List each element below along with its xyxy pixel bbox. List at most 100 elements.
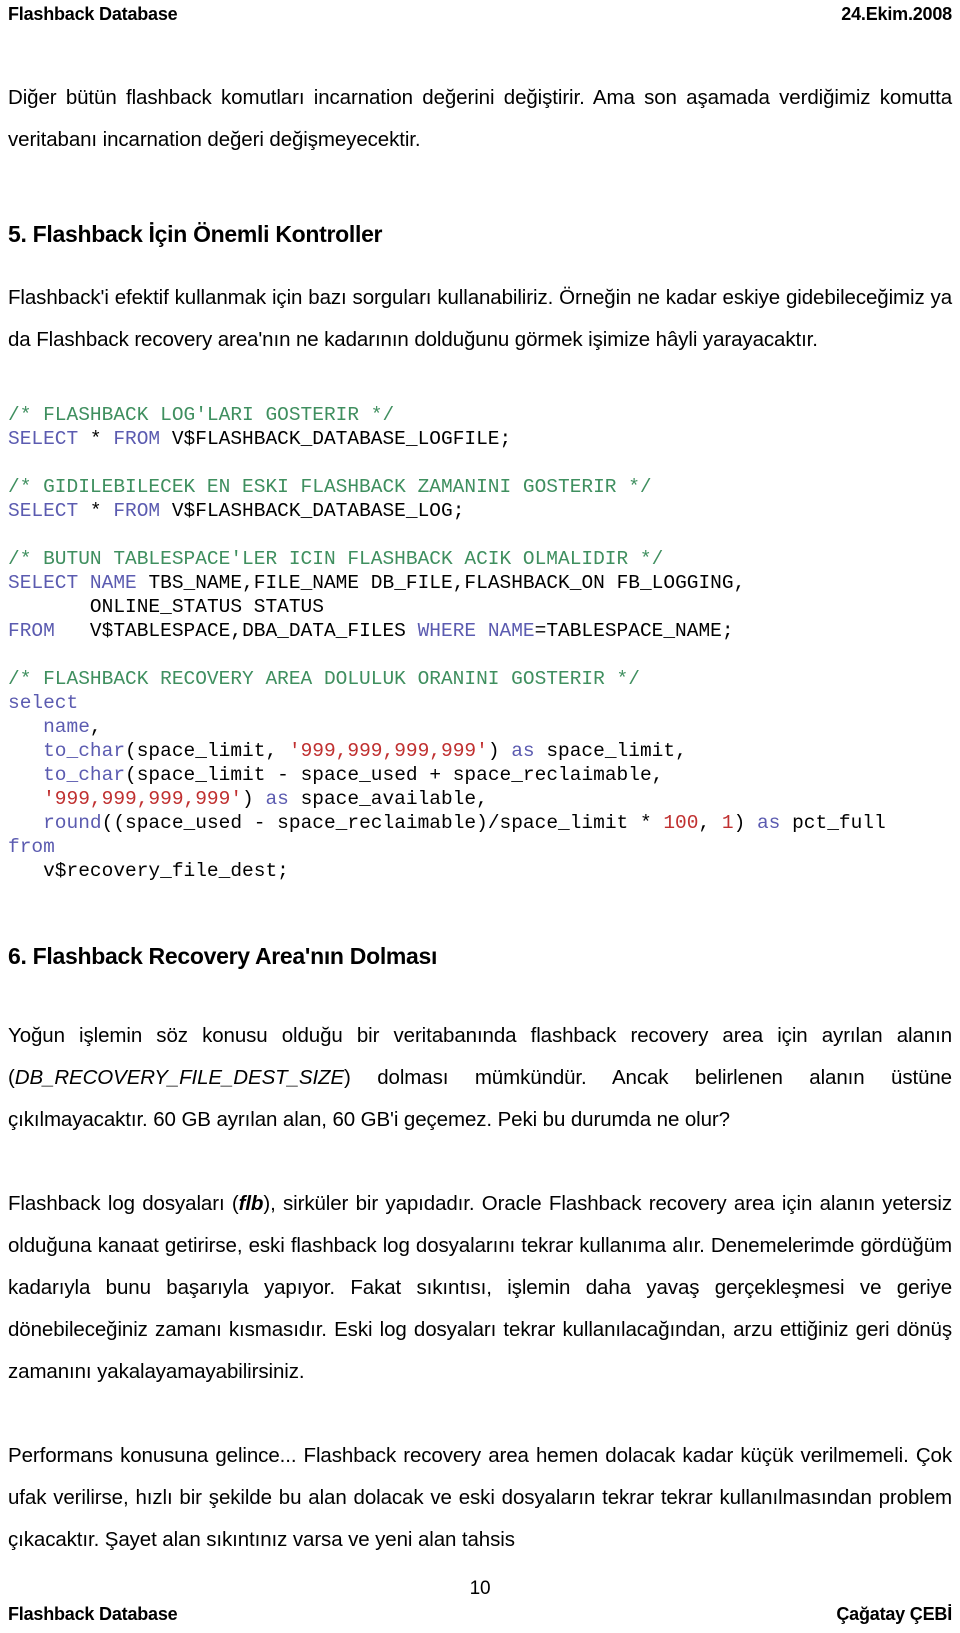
code-keyword: SELECT xyxy=(8,572,79,594)
code-keyword: NAME xyxy=(487,620,535,642)
code-punct: ; xyxy=(721,620,734,642)
code-punct xyxy=(652,812,664,834)
code-identifier: DBA_DATA_FILES xyxy=(242,620,406,642)
code-punct: * xyxy=(89,500,102,522)
code-identifier: space_limit xyxy=(546,740,676,762)
code-punct: , xyxy=(89,716,102,738)
code-punct xyxy=(20,812,32,834)
code-punct: ( xyxy=(101,812,114,834)
code-punct: ) xyxy=(242,788,254,810)
code-punct: , xyxy=(675,740,687,762)
code-identifier: space_available xyxy=(300,788,477,810)
code-comment: /* FLASHBACK LOG'LARI GOSTERIR */ xyxy=(8,404,395,426)
code-keyword: SELECT xyxy=(8,500,79,522)
code-punct xyxy=(710,812,722,834)
code-punct: , xyxy=(476,788,488,810)
code-punct: , xyxy=(242,572,254,594)
code-punct: ; xyxy=(452,500,465,522)
code-line: ONLINE_STATUS STATUS xyxy=(8,595,952,619)
code-punct xyxy=(43,596,55,618)
code-identifier: space_limit xyxy=(136,764,266,786)
code-punct xyxy=(265,764,277,786)
code-punct xyxy=(8,788,20,810)
code-punct xyxy=(418,764,430,786)
code-punct xyxy=(78,620,90,642)
code-punct xyxy=(8,716,20,738)
footer-title: Flashback Database xyxy=(8,1604,178,1624)
code-punct xyxy=(160,428,172,450)
code-punct xyxy=(31,788,43,810)
code-punct xyxy=(102,428,114,450)
code-keyword: select xyxy=(8,692,79,714)
code-keyword: FROM xyxy=(8,620,55,642)
code-punct xyxy=(31,764,43,786)
code-punct xyxy=(476,620,488,642)
code-punct xyxy=(31,740,43,762)
section6-paragraph-2: Flashback log dosyaları (flb), sirküler … xyxy=(8,1183,952,1393)
code-punct xyxy=(242,812,254,834)
code-identifier: V$FLASHBACK_DATABASE_LOG xyxy=(171,500,453,522)
code-punct xyxy=(20,788,32,810)
section-heading-6: 6. Flashback Recovery Area'nın Dolması xyxy=(8,943,438,969)
code-identifier: space_limit xyxy=(136,740,266,762)
code-punct: - xyxy=(277,764,289,786)
code-punct xyxy=(780,812,792,834)
code-punct xyxy=(102,500,114,522)
code-keyword: to_char xyxy=(43,740,126,762)
section5-paragraph: Flashback'i efektif kullanmak için bazı … xyxy=(8,286,952,351)
code-identifier: FB_LOGGING xyxy=(616,572,734,594)
code-keyword: from xyxy=(8,836,55,858)
code-punct xyxy=(745,812,757,834)
code-line: /* BUTUN TABLESPACE'LER ICIN FLASHBACK A… xyxy=(8,547,952,571)
code-keyword: as xyxy=(265,788,289,810)
code-keyword: SELECT xyxy=(8,428,79,450)
running-header: Flashback Database 24.Ekim.2008 xyxy=(8,0,952,25)
code-line: name, xyxy=(8,715,952,739)
code-punct xyxy=(20,860,32,882)
code-comment: /* FLASHBACK RECOVERY AREA DOLULUK ORANI… xyxy=(8,668,640,690)
code-line: v$recovery_file_dest; xyxy=(8,859,952,883)
code-punct xyxy=(31,716,43,738)
code-identifier: pct_full xyxy=(792,812,886,834)
code-punct: , xyxy=(452,572,465,594)
code-line: select xyxy=(8,691,952,715)
code-punct: , xyxy=(698,812,711,834)
code-punct xyxy=(67,596,79,618)
code-line: from xyxy=(8,835,952,859)
code-identifier: space_reclaimable xyxy=(452,764,652,786)
code-punct xyxy=(605,572,617,594)
code-punct: ; xyxy=(499,428,512,450)
code-punct: ) xyxy=(733,812,746,834)
code-punct: ( xyxy=(113,812,126,834)
code-punct xyxy=(20,596,32,618)
code-line: /* FLASHBACK LOG'LARI GOSTERIR */ xyxy=(8,403,952,427)
code-punct xyxy=(500,740,512,762)
code-keyword: as xyxy=(511,740,535,762)
code-keyword: NAME xyxy=(89,572,137,594)
code-comment: /* GIDILEBILECEK EN ESKI FLASHBACK ZAMAN… xyxy=(8,476,652,498)
code-punct: + xyxy=(429,764,442,786)
code-line: '999,999,999,999') as space_available, xyxy=(8,787,952,811)
code-punct xyxy=(31,860,43,882)
code-punct xyxy=(8,764,20,786)
code-identifier: v$recovery_file_dest xyxy=(43,860,278,882)
footer-row: Flashback Database Çağatay ÇEBİ xyxy=(8,1604,952,1625)
code-keyword: WHERE xyxy=(417,620,477,642)
section6-paragraph-1: Yoğun işlemin söz konusu olduğu bir veri… xyxy=(8,1015,952,1141)
code-punct xyxy=(8,596,20,618)
code-keyword: as xyxy=(756,812,781,834)
code-identifier: DB_FILE xyxy=(370,572,453,594)
code-punct xyxy=(406,620,418,642)
s6p2-text-a: Flashback log dosyaları ( xyxy=(8,1192,239,1215)
code-punct: ; xyxy=(277,860,289,882)
code-keyword: name xyxy=(43,716,90,738)
code-punct xyxy=(67,620,79,642)
code-keyword: FROM xyxy=(113,428,161,450)
code-line: to_char(space_limit - space_used + space… xyxy=(8,763,952,787)
